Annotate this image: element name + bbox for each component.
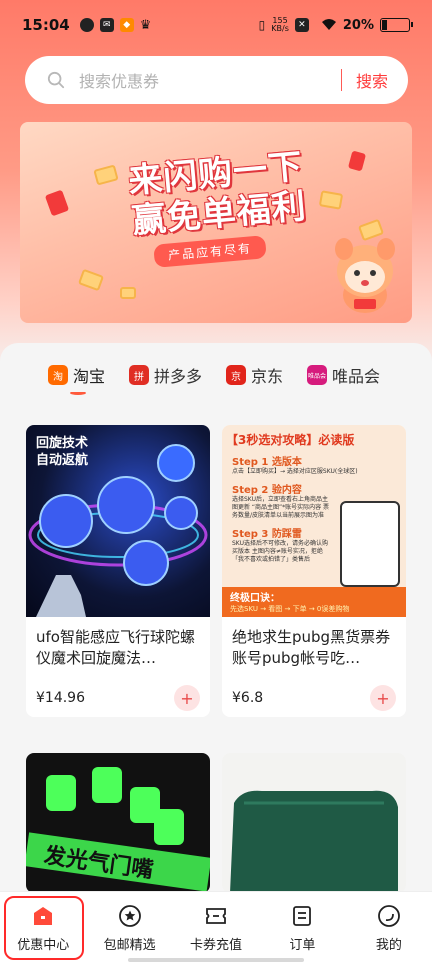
product-price: ¥14.96 xyxy=(36,690,85,706)
nav-orders[interactable]: 订单 xyxy=(259,892,345,964)
search-bar[interactable]: 搜索优惠券 搜索 xyxy=(25,56,408,104)
battery-text: 20% xyxy=(342,17,374,33)
search-divider xyxy=(340,69,342,91)
status-bar: 15:04 ✉ ◆ ♛ ▯ 155 KB/s ✕ 20% xyxy=(0,0,432,50)
app-notification-icon xyxy=(79,18,94,32)
tab-pinduoduo[interactable]: 拼 拼多多 xyxy=(129,343,202,407)
product-title: ufo智能感应飞行球陀螺仪魔术回旋魔法… xyxy=(36,628,195,667)
order-list-icon xyxy=(293,905,312,926)
star-circle-icon xyxy=(118,904,141,927)
mail-icon: ✉ xyxy=(99,18,114,32)
nav-label: 包邮精选 xyxy=(103,937,156,953)
search-button[interactable]: 搜索 xyxy=(356,68,388,92)
ufo-ball-illustration xyxy=(28,444,208,617)
product-title: 绝地求生pubg黑货票券账号pubg帐号吃… xyxy=(232,628,391,667)
taobao-icon: 淘 xyxy=(48,365,68,385)
selection-highlight xyxy=(4,896,84,960)
coupon-icon xyxy=(77,268,105,292)
nav-label: 订单 xyxy=(289,937,316,953)
plus-icon: + xyxy=(376,688,390,708)
product-image: 发光气门嘴 xyxy=(26,753,210,893)
coupon-icon xyxy=(93,164,119,186)
tab-label: 唯品会 xyxy=(332,367,381,386)
platform-tabs: 淘 淘宝 拼 拼多多 京 京东 唯品会 唯品会 xyxy=(0,343,432,407)
image-header: 【3秒选对攻略】必读版 xyxy=(226,433,355,447)
vibrate-icon: ▯ xyxy=(258,18,266,32)
sim-off-icon: ✕ xyxy=(294,18,309,32)
step-text: 选择SKU后，立即查看右上角商品主图更新 “商品主图”*账号实际内容 票务数量/… xyxy=(232,496,330,519)
profile-icon xyxy=(377,904,400,927)
nav-card-recharge[interactable]: 卡券充值 xyxy=(173,892,259,964)
net-speed-unit: KB/s xyxy=(271,24,289,33)
product-card[interactable] xyxy=(222,753,406,893)
tab-taobao[interactable]: 淘 淘宝 xyxy=(48,343,105,407)
step-title: Step 2 验内容 xyxy=(232,485,302,496)
red-envelope-icon xyxy=(347,150,367,172)
tab-label: 京东 xyxy=(251,367,284,386)
product-image: 【3秒选对攻略】必读版 Step 1 选版本 点击【立即购买】→ 选择对应区服S… xyxy=(222,425,406,617)
nav-profile[interactable]: 我的 xyxy=(346,892,432,964)
pinduoduo-icon: 拼 xyxy=(129,365,150,385)
step-text: SKU选择后不可修改，请务必确认购买版本 主图内容≠账号实况，拒绝「我不喜欢或拍… xyxy=(232,540,328,563)
tab-label: 拼多多 xyxy=(154,367,203,386)
nav-label: 卡券充值 xyxy=(190,937,243,953)
banner-title: 来闪购一下 赢免单福利 xyxy=(127,147,308,242)
promo-banner[interactable]: 来闪购一下 赢免单福利 产品应有尽有 xyxy=(20,122,412,323)
vip-icon: 唯品会 xyxy=(307,365,328,385)
search-input[interactable]: 搜索优惠券 xyxy=(79,68,341,92)
price-row: ¥6.8 + xyxy=(222,679,406,717)
product-card[interactable]: 回旋技术 自动返航 ufo智能感应飞行球陀螺仪魔术回旋魔法… ¥14.96 + xyxy=(26,425,210,717)
product-price: ¥6.8 xyxy=(232,690,264,706)
plus-icon: + xyxy=(180,688,194,708)
wifi-icon xyxy=(321,17,337,34)
red-envelope-icon xyxy=(44,189,70,217)
search-icon xyxy=(47,71,65,89)
coupon-icon xyxy=(120,287,136,299)
step-text: 点击【立即购买】→ 选择对应区服SKU(全球区) xyxy=(232,468,358,475)
product-card[interactable]: 【3秒选对攻略】必读版 Step 1 选版本 点击【立即购买】→ 选择对应区服S… xyxy=(222,425,406,717)
add-button[interactable]: + xyxy=(370,685,396,711)
active-tab-indicator xyxy=(70,391,86,395)
tab-label: 淘宝 xyxy=(73,367,106,386)
image-footer: 终极口诀： 先选SKU → 看图 → 下单 → 0误差购物 xyxy=(222,587,406,617)
tab-jd[interactable]: 京 京东 xyxy=(226,343,283,407)
banner-subtitle: 产品应有尽有 xyxy=(153,235,267,268)
battery-icon xyxy=(380,18,413,32)
home-indicator xyxy=(128,958,304,962)
tab-vip[interactable]: 唯品会 唯品会 xyxy=(307,343,380,407)
cushion-illustration xyxy=(230,790,398,893)
crown-icon: ♛ xyxy=(139,17,152,33)
ticket-icon xyxy=(206,907,226,924)
product-image xyxy=(222,753,406,893)
phone-mockup xyxy=(340,501,400,587)
nav-label: 我的 xyxy=(375,937,402,953)
product-image: 回旋技术 自动返航 xyxy=(26,425,210,617)
app-badge-icon: ◆ xyxy=(119,18,134,32)
nav-free-shipping[interactable]: 包邮精选 xyxy=(86,892,172,964)
step-title: Step 1 选版本 xyxy=(232,457,302,468)
product-card[interactable]: 发光气门嘴 xyxy=(26,753,210,893)
net-speed: 155 KB/s xyxy=(271,17,289,33)
footer-text: 先选SKU → 看图 → 下单 → 0误差购物 xyxy=(230,605,350,613)
footer-title: 终极口诀： xyxy=(230,593,280,604)
jd-icon: 京 xyxy=(226,365,247,385)
coupon-icon xyxy=(318,190,344,210)
status-time: 15:04 xyxy=(22,16,70,34)
add-button[interactable]: + xyxy=(174,685,200,711)
mascot-illustration xyxy=(335,238,395,313)
price-row: ¥14.96 + xyxy=(26,679,210,717)
